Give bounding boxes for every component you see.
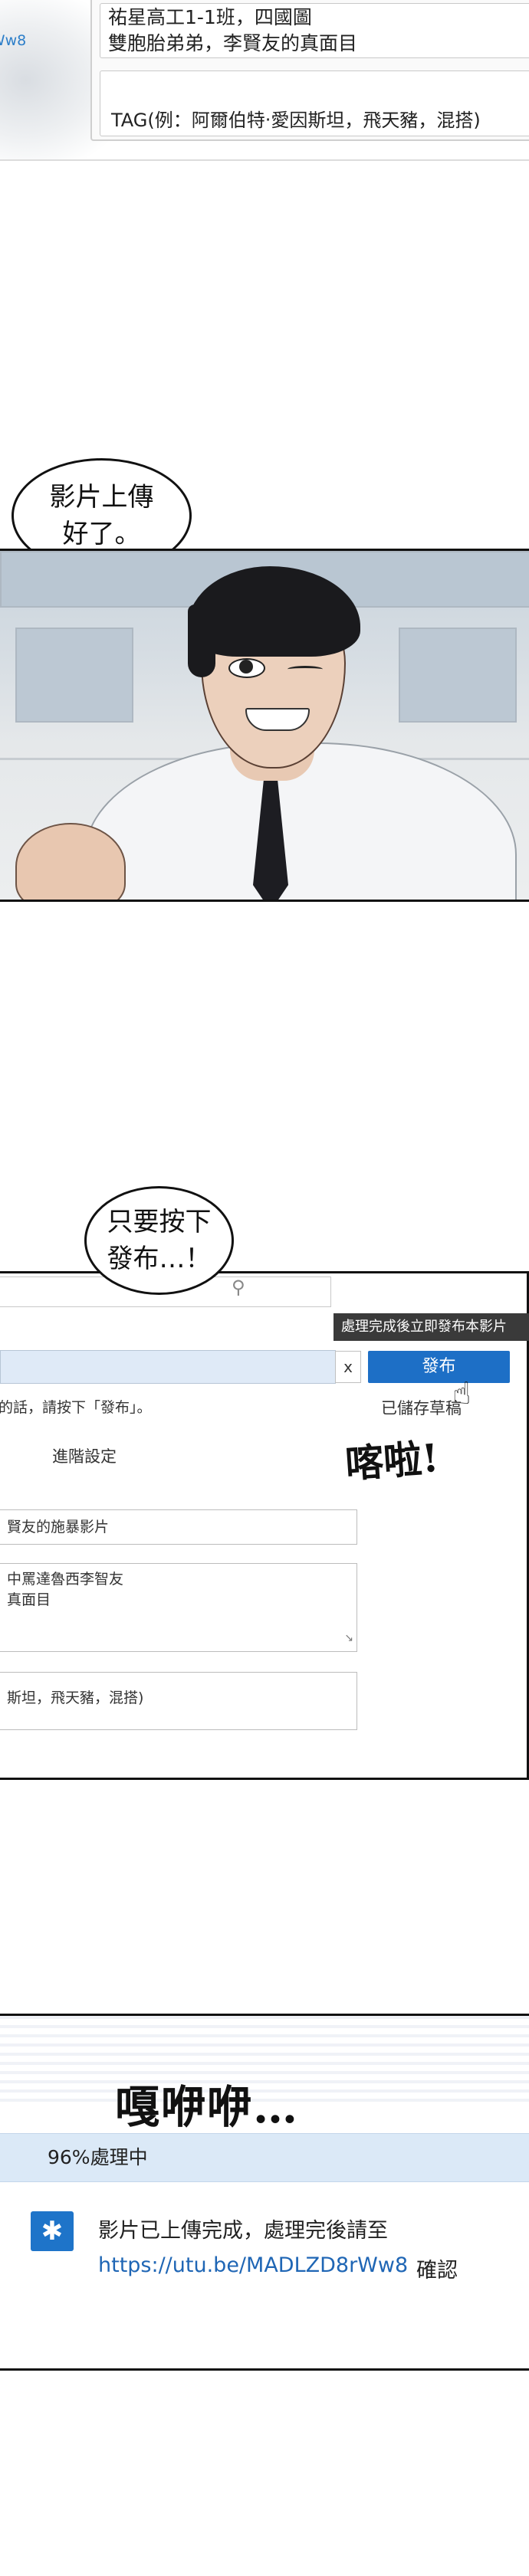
panel-processing: 嘎咿咿… 96%處理中 ✱ 影片已上傳完成，處理完後請至 https://utu… [0, 2014, 529, 2371]
panel-publish-dialog: ⚲ 處理完成後立即發布本影片 x 發布 ☝ 的話，請按下「發布」。 已儲存草稿 … [0, 1271, 529, 1780]
speech-bubble-publish: 只要按下 發布…！ [84, 1186, 234, 1295]
hair-side [188, 605, 215, 677]
advanced-settings-tab[interactable]: 進階設定 [52, 1444, 117, 1467]
video-title-field[interactable]: 賢友的施暴影片 [0, 1509, 357, 1545]
bubble-line-2: 發布…！ [107, 1244, 212, 1274]
clear-button[interactable]: x [335, 1351, 361, 1383]
title-input-row[interactable] [0, 1350, 336, 1384]
hand [15, 823, 126, 900]
bubble-line-2: 好了。 [62, 519, 141, 549]
sfx-creak: 嘎咿咿… [115, 2081, 300, 2133]
panel-upload-form-top: rWw8 祐星高工1-1班，四國圖 雙胞胎弟弟，李賢友的真面目 TAG(例：阿爾… [0, 0, 529, 161]
publish-button[interactable]: 發布 [368, 1351, 510, 1383]
window-right [399, 628, 517, 723]
tags-input-field[interactable]: 斯坦，飛天豬，混搭) [0, 1672, 357, 1730]
sfx-click: 喀啦! [343, 1434, 441, 1487]
description-line-1: 中罵達魯西李智友 [7, 1571, 124, 1588]
bubble-line-1: 影片上傳 [49, 482, 154, 513]
video-url-fragment: rWw8 [0, 32, 27, 49]
grin [245, 708, 310, 731]
video-link[interactable]: https://utu.be/MADLZD8rWw8 [98, 2253, 408, 2277]
progress-text: 96%處理中 [48, 2146, 148, 2168]
confirm-text: 確認 [416, 2259, 458, 2283]
title-field[interactable]: 祐星高工1-1班，四國圖 雙胞胎弟弟，李賢友的真面目 [100, 3, 529, 58]
bubble-line-1: 只要按下 [107, 1207, 212, 1237]
tags-field[interactable]: TAG(例：阿爾伯特‧愛因斯坦，飛天豬，混搭) [100, 70, 529, 136]
publish-hint: 的話，請按下「發布」。 [0, 1399, 152, 1416]
description-line-2: 真面目 [7, 1591, 51, 1608]
description-field[interactable]: 中罵達魯西李智友 真面目 ↘ [0, 1563, 357, 1652]
resize-handle-icon[interactable]: ↘ [344, 1628, 353, 1649]
title-line-2: 雙胞胎弟弟，李賢友的真面目 [108, 32, 358, 54]
publish-tooltip: 處理完成後立即發布本影片 [334, 1313, 529, 1341]
draft-saved-status: 已儲存草稿 [381, 1399, 462, 1417]
magnifier-icon[interactable]: ⚲ [232, 1277, 245, 1298]
tags-value: 斯坦，飛天豬，混搭) [7, 1689, 144, 1706]
video-title-value: 賢友的施暴影片 [7, 1519, 110, 1535]
form-card: 祐星高工1-1班，四國圖 雙胞胎弟弟，李賢友的真面目 TAG(例：阿爾伯特‧愛因… [90, 0, 529, 141]
upload-complete-message: 影片已上傳完成，處理完後請至 [98, 2219, 388, 2243]
asterisk-icon: ✱ [31, 2211, 74, 2251]
tags-placeholder: TAG(例：阿爾伯特‧愛因斯坦，飛天豬，混搭) [111, 110, 481, 131]
eye-wink [288, 666, 323, 673]
title-line-1: 祐星高工1-1班，四國圖 [108, 6, 312, 28]
panel-border [0, 159, 529, 161]
window-left [15, 628, 133, 723]
pupil [239, 660, 253, 673]
panel-character [0, 549, 529, 902]
